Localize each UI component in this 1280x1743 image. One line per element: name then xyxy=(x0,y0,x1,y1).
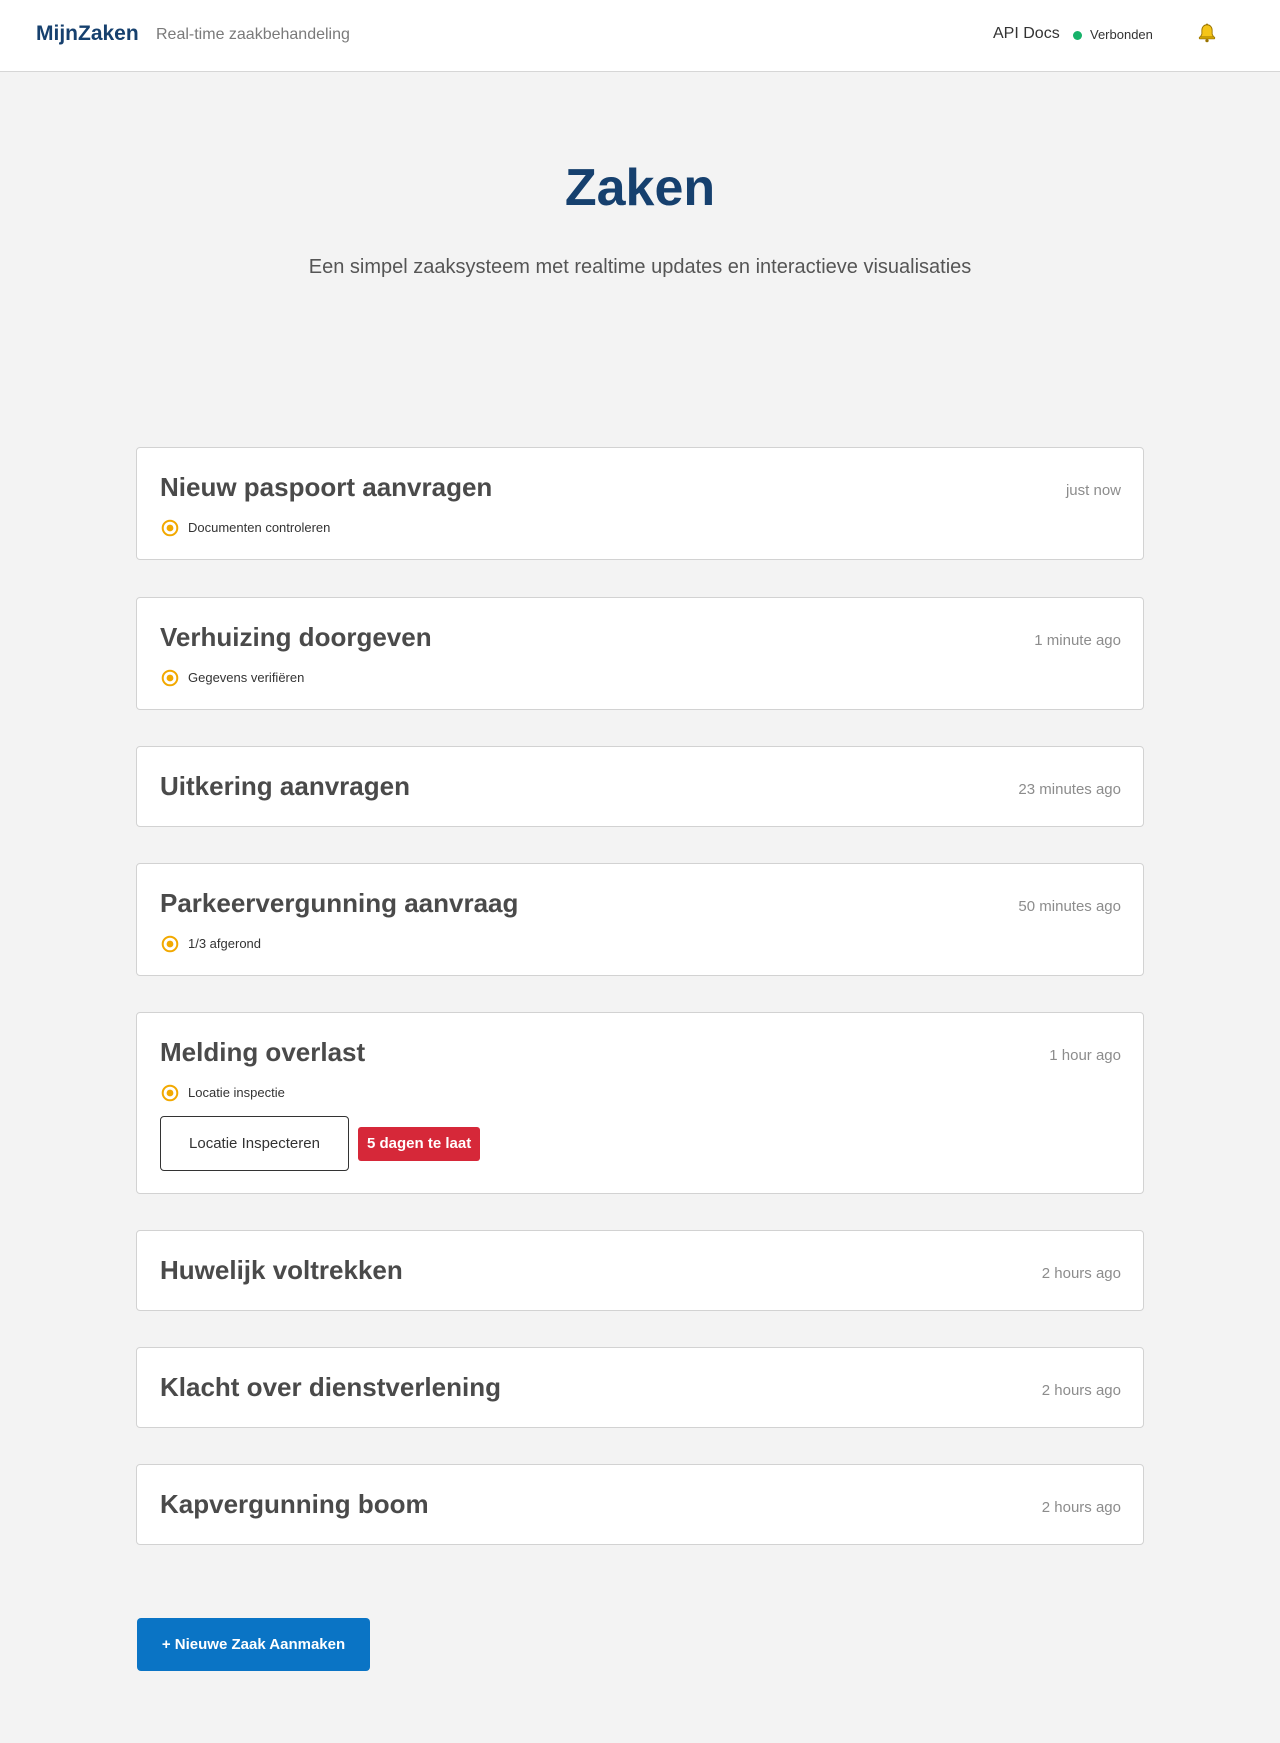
connection-status-dot xyxy=(1073,31,1082,40)
case-timestamp: 23 minutes ago xyxy=(1018,781,1121,798)
case-title: Uitkering aanvragen xyxy=(160,771,410,801)
connection-status-label: Verbonden xyxy=(1090,27,1153,42)
top-navigation-bar: MijnZaken Real-time zaakbehandeling API … xyxy=(0,0,1280,72)
page-subtitle: Een simpel zaaksysteem met realtime upda… xyxy=(308,256,972,278)
case-card[interactable]: Parkeervergunning aanvraag 50 minutes ag… xyxy=(136,863,1144,976)
case-card[interactable]: Nieuw paspoort aanvragen just now Docume… xyxy=(136,447,1144,560)
case-status-label: Locatie inspectie xyxy=(188,1085,285,1100)
case-title: Klacht over dienstverlening xyxy=(160,1372,501,1402)
bell-icon[interactable] xyxy=(1196,22,1218,44)
in-progress-icon xyxy=(161,1084,179,1102)
case-timestamp: just now xyxy=(1065,482,1121,499)
case-card[interactable]: Verhuizing doorgeven 1 minute ago Gegeve… xyxy=(136,597,1144,710)
case-card[interactable]: Uitkering aanvragen 23 minutes ago xyxy=(136,746,1144,827)
case-timestamp: 50 minutes ago xyxy=(1018,898,1121,915)
case-timestamp: 2 hours ago xyxy=(1041,1265,1121,1282)
api-docs-link[interactable]: API Docs xyxy=(993,25,1060,43)
page-title: Zaken xyxy=(564,159,716,217)
brand-logo[interactable]: MijnZaken xyxy=(36,22,139,46)
case-title: Nieuw paspoort aanvragen xyxy=(160,472,493,502)
case-title: Kapvergunning boom xyxy=(160,1489,429,1519)
case-timestamp: 2 hours ago xyxy=(1041,1382,1121,1399)
case-status-label: 1/3 afgerond xyxy=(188,936,262,951)
case-timestamp: 1 minute ago xyxy=(1034,632,1121,649)
case-card[interactable]: Huwelijk voltrekken 2 hours ago xyxy=(136,1230,1144,1311)
case-card[interactable]: Kapvergunning boom 2 hours ago xyxy=(136,1464,1144,1545)
case-title: Verhuizing doorgeven xyxy=(160,622,432,652)
case-title: Huwelijk voltrekken xyxy=(160,1255,403,1285)
case-title: Parkeervergunning aanvraag xyxy=(160,888,519,918)
case-timestamp: 1 hour ago xyxy=(1049,1047,1121,1064)
in-progress-icon xyxy=(161,669,179,687)
in-progress-icon xyxy=(161,935,179,953)
case-card[interactable]: Melding overlast 1 hour ago Locatie insp… xyxy=(136,1012,1144,1194)
case-status-label: Gegevens verifiëren xyxy=(188,670,305,685)
create-case-button[interactable]: + Nieuwe Zaak Aanmaken xyxy=(137,1618,370,1671)
inspect-location-button[interactable]: Locatie Inspecteren xyxy=(160,1116,349,1171)
case-timestamp: 2 hours ago xyxy=(1041,1499,1121,1516)
in-progress-icon xyxy=(161,519,179,537)
overdue-badge: 5 dagen te laat xyxy=(358,1127,481,1161)
case-title: Melding overlast xyxy=(160,1037,366,1067)
brand-tagline: Real-time zaakbehandeling xyxy=(156,26,350,43)
case-card[interactable]: Klacht over dienstverlening 2 hours ago xyxy=(136,1347,1144,1428)
case-status-label: Documenten controleren xyxy=(188,520,331,535)
